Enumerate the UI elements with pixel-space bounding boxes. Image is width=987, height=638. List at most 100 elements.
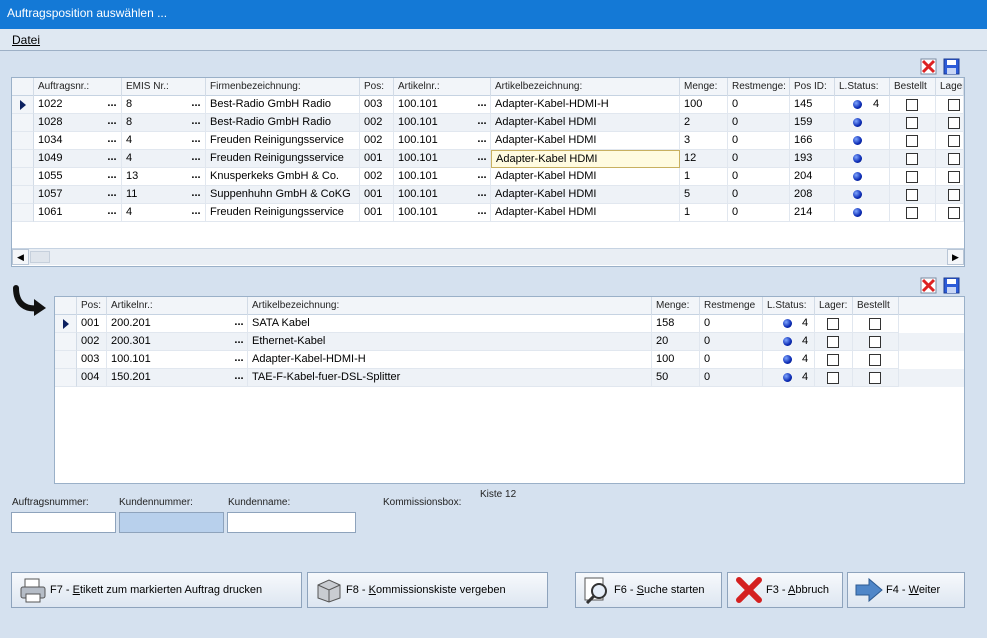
artikelnr-cell[interactable]: 200.301 [107,333,248,351]
row-header[interactable] [55,351,77,369]
bestellt-cell[interactable] [890,204,936,222]
col-menge[interactable]: Menge: [680,78,728,96]
lager-cell[interactable] [815,369,853,387]
lstatus-cell[interactable] [835,186,890,204]
lager-checkbox[interactable] [948,99,960,111]
table-row[interactable]: 1028... 8... Best-Radio GmbH Radio 002 100.1… [12,114,964,132]
bestellt-cell[interactable] [853,369,899,387]
ellipsis-button[interactable]: ... [188,169,204,185]
col-lstatus[interactable]: L.Status: [763,297,815,315]
ellipsis-button[interactable]: ... [474,151,490,167]
lager-checkbox[interactable] [948,171,960,183]
bezeichnung-cell[interactable]: Adapter-Kabel-HDMI-H [491,96,680,114]
lstatus-cell[interactable] [835,168,890,186]
bestellt-cell[interactable] [853,315,899,333]
ellipsis-button[interactable]: ... [231,370,247,386]
kundennummer-input[interactable] [119,512,224,533]
ellipsis-button[interactable]: ... [474,187,490,203]
ellipsis-button[interactable]: ... [188,151,204,167]
menge-cell[interactable]: 158 [652,315,700,333]
bestellt-cell[interactable] [853,351,899,369]
col-auftragsnr[interactable]: Auftragsnr.: [34,78,122,96]
lstatus-cell[interactable]: 4 [763,315,815,333]
col-bestellt[interactable]: Bestellt [853,297,899,315]
bezeichnung-cell[interactable]: Adapter-Kabel HDMI [491,168,680,186]
bestellt-checkbox[interactable] [906,171,918,183]
kundenname-input[interactable] [227,512,356,533]
table-row[interactable]: 003 100.101... Adapter-Kabel-HDMI-H 100 0 4 [55,351,964,369]
cancel-button[interactable]: F3 - Abbruch [727,572,843,608]
pos-cell[interactable]: 001 [77,315,107,333]
scroll-right-icon[interactable]: ▶ [947,249,964,265]
search-button[interactable]: F6 - Suche starten [575,572,722,608]
col-firma[interactable]: Firmenbezeichnung: [206,78,360,96]
bestellt-cell[interactable] [890,150,936,168]
delete-grid-icon[interactable] [920,277,937,294]
ellipsis-button[interactable]: ... [231,316,247,332]
restmenge-cell[interactable]: 0 [728,132,790,150]
bezeichnung-cell[interactable]: SATA Kabel [248,315,652,333]
ellipsis-button[interactable]: ... [104,97,120,113]
lstatus-cell[interactable]: 4 [763,351,815,369]
col-lstatus[interactable]: L.Status: [835,78,890,96]
bezeichnung-cell[interactable]: Adapter-Kabel HDMI [491,186,680,204]
lager-cell[interactable] [936,132,964,150]
menge-cell[interactable]: 12 [680,150,728,168]
lager-checkbox[interactable] [948,117,960,129]
row-header[interactable] [12,150,34,168]
restmenge-cell[interactable]: 0 [728,168,790,186]
col-emis[interactable]: EMIS Nr.: [122,78,206,96]
ellipsis-button[interactable]: ... [104,187,120,203]
lager-checkbox[interactable] [827,336,839,348]
ellipsis-button[interactable]: ... [231,352,247,368]
lager-cell[interactable] [936,114,964,132]
lstatus-cell[interactable] [835,150,890,168]
lager-cell[interactable] [815,351,853,369]
firma-cell[interactable]: Freuden Reinigungsservice [206,150,360,168]
col-lager[interactable]: Lager: [815,297,853,315]
posid-cell[interactable]: 166 [790,132,835,150]
restmenge-cell[interactable]: 0 [700,315,763,333]
lager-checkbox[interactable] [827,318,839,330]
pos-cell[interactable]: 001 [360,204,394,222]
bestellt-cell[interactable] [890,96,936,114]
menge-cell[interactable]: 100 [652,351,700,369]
restmenge-cell[interactable]: 0 [700,333,763,351]
bestellt-checkbox[interactable] [869,336,881,348]
scroll-left-icon[interactable]: ◀ [12,249,29,265]
lager-cell[interactable] [936,168,964,186]
row-header[interactable] [12,168,34,186]
bezeichnung-cell[interactable]: Adapter-Kabel HDMI [491,114,680,132]
ellipsis-button[interactable]: ... [104,133,120,149]
lager-checkbox[interactable] [948,153,960,165]
col-posid[interactable]: Pos ID: [790,78,835,96]
lager-cell[interactable] [936,186,964,204]
row-header[interactable] [55,315,77,333]
col-pos[interactable]: Pos: [360,78,394,96]
lstatus-cell[interactable]: 4 [763,369,815,387]
lstatus-cell[interactable] [835,204,890,222]
ellipsis-button[interactable]: ... [104,205,120,221]
bestellt-checkbox[interactable] [869,354,881,366]
posid-cell[interactable]: 204 [790,168,835,186]
lager-checkbox[interactable] [948,189,960,201]
row-header[interactable] [12,132,34,150]
bestellt-cell[interactable] [853,333,899,351]
artikelnr-cell[interactable]: 100.101 [107,351,248,369]
pos-cell[interactable]: 003 [360,96,394,114]
bestellt-checkbox[interactable] [906,153,918,165]
bestellt-checkbox[interactable] [906,117,918,129]
restmenge-cell[interactable]: 0 [728,204,790,222]
row-header[interactable] [12,114,34,132]
bezeichnung-cell[interactable]: Adapter-Kabel HDMI [491,204,680,222]
ellipsis-button[interactable]: ... [188,115,204,131]
lager-cell[interactable] [936,96,964,114]
restmenge-cell[interactable]: 0 [700,351,763,369]
menge-cell[interactable]: 1 [680,204,728,222]
posid-cell[interactable]: 214 [790,204,835,222]
ellipsis-button[interactable]: ... [474,133,490,149]
lager-checkbox[interactable] [948,135,960,147]
ellipsis-button[interactable]: ... [188,133,204,149]
col-bestellt[interactable]: Bestellt [890,78,936,96]
posid-cell[interactable]: 193 [790,150,835,168]
